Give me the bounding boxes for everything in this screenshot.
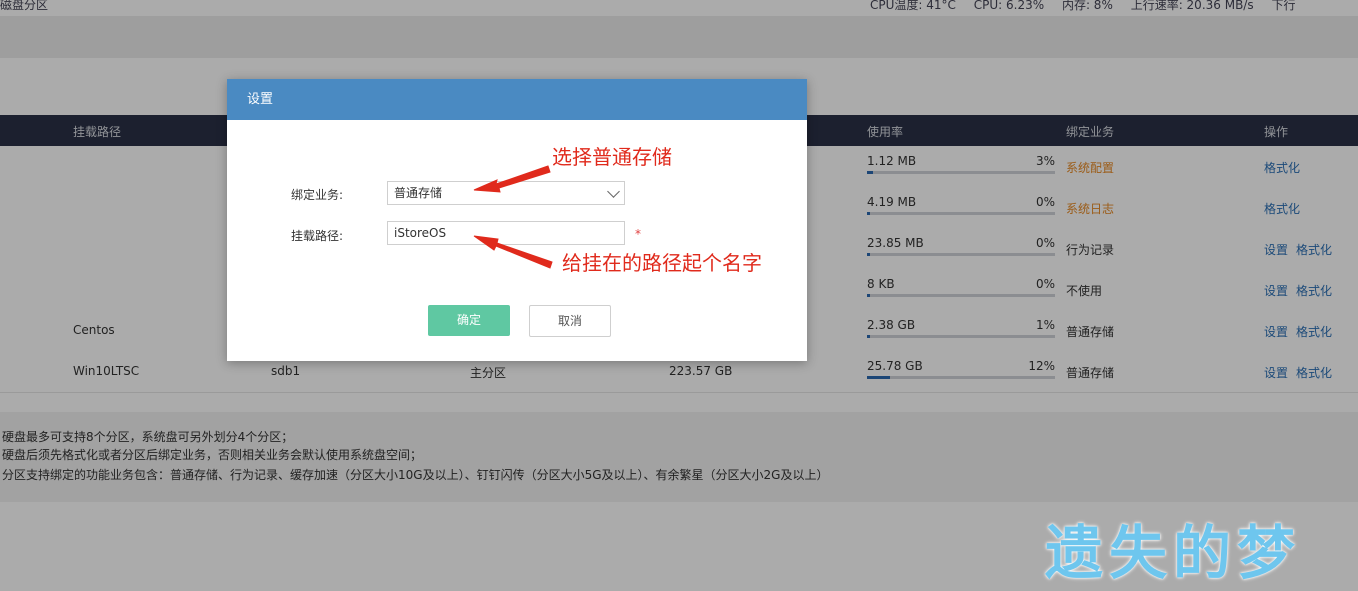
service-select-value: 普通存储 [394,186,443,200]
annotation-select-hint: 选择普通存储 [552,145,672,169]
settings-dialog: 设置 绑定业务: 普通存储 挂载路径: iStoreOS * 确定 取消 [227,79,807,361]
path-label: 挂载路径: [291,229,344,243]
service-label: 绑定业务: [291,188,344,202]
confirm-button[interactable]: 确定 [428,305,510,336]
required-mark: * [635,227,641,241]
watermark-logo: 遗失的梦 [1045,519,1302,587]
mount-path-input[interactable]: iStoreOS [387,221,625,245]
dialog-title: 设置 [227,79,807,120]
chevron-down-icon [607,185,620,198]
mount-path-value: iStoreOS [394,226,447,240]
service-select[interactable]: 普通存储 [387,181,625,205]
cancel-button[interactable]: 取消 [529,305,611,337]
annotation-path-hint: 给挂在的路径起个名字 [562,251,762,275]
